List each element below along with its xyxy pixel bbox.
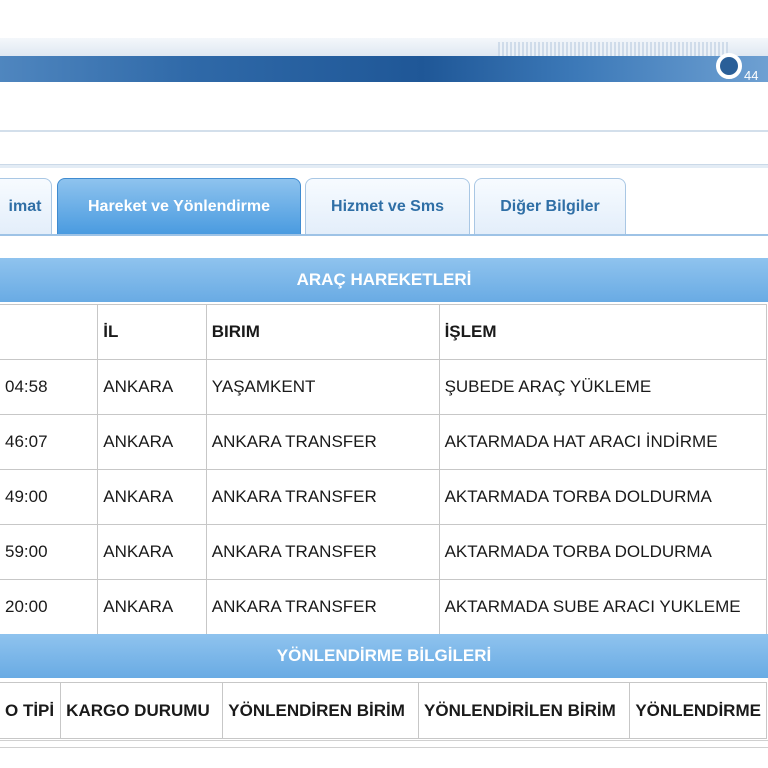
tab-label: imat bbox=[8, 197, 42, 215]
headset-icon bbox=[716, 53, 742, 79]
column-header-birim: BIRIM bbox=[205, 304, 440, 360]
tab-hizmet-ve-sms[interactable]: Hizmet ve Sms bbox=[305, 178, 470, 234]
cell-il: ANKARA bbox=[97, 469, 207, 525]
table-header-row: İL BIRIM İŞLEM bbox=[0, 304, 768, 360]
movements-table: İL BIRIM İŞLEM 04:58 ANKARA YAŞAMKENT ŞU… bbox=[0, 304, 768, 635]
cell-time: 20:00 bbox=[0, 579, 99, 635]
tab-previous[interactable]: imat bbox=[0, 178, 52, 234]
movements-title: ARAÇ HAREKETLERİ bbox=[296, 270, 472, 289]
tab-label: Hareket ve Yönlendirme bbox=[87, 197, 270, 215]
cell-birim: ANKARA TRANSFER bbox=[205, 414, 440, 470]
column-header-time bbox=[0, 304, 99, 360]
banner-bar bbox=[0, 56, 768, 82]
column-header-kargo-durumu: KARGO DURUMU bbox=[60, 682, 224, 739]
cell-islem: AKTARMADA HAT ARACI İNDİRME bbox=[438, 414, 768, 470]
cell-birim: ANKARA TRANSFER bbox=[205, 579, 440, 635]
tab-diger-bilgiler[interactable]: Diğer Bilgiler bbox=[474, 178, 626, 234]
column-header-yonlendiren-birim: YÖNLENDİREN BİRİM bbox=[222, 682, 420, 739]
routing-section-header: YÖNLENDİRME BİLGİLERİ bbox=[0, 634, 768, 678]
cell-time: 49:00 bbox=[0, 469, 99, 525]
column-header-yonlendirilen-birim: YÖNLENDİRİLEN BİRİM bbox=[418, 682, 631, 739]
cell-islem: AKTARMADA SUBE ARACI YUKLEME bbox=[438, 579, 768, 635]
table-row: 04:58 ANKARA YAŞAMKENT ŞUBEDE ARAÇ YÜKLE… bbox=[0, 359, 768, 415]
column-header-kargo-tipi: O TİPİ bbox=[0, 682, 62, 739]
movements-section-header: ARAÇ HAREKETLERİ bbox=[0, 258, 768, 302]
cell-islem: AKTARMADA TORBA DOLDURMA bbox=[438, 524, 768, 580]
cell-il: ANKARA bbox=[97, 524, 207, 580]
tab-strip: imat Hareket ve Yönlendirme Hizmet ve Sm… bbox=[0, 178, 768, 236]
banner-decoration bbox=[498, 42, 728, 56]
tab-label: Hizmet ve Sms bbox=[331, 197, 444, 215]
cell-birim: ANKARA TRANSFER bbox=[205, 524, 440, 580]
cell-il: ANKARA bbox=[97, 359, 207, 415]
cell-time: 04:58 bbox=[0, 359, 99, 415]
table-row: 20:00 ANKARA ANKARA TRANSFER AKTARMADA S… bbox=[0, 579, 768, 635]
table-row: 59:00 ANKARA ANKARA TRANSFER AKTARMADA T… bbox=[0, 524, 768, 580]
tab-strip-base bbox=[0, 234, 768, 236]
cell-time: 46:07 bbox=[0, 414, 99, 470]
column-header-yonlendirme: YÖNLENDİRME bbox=[629, 682, 767, 739]
table-row: 49:00 ANKARA ANKARA TRANSFER AKTARMADA T… bbox=[0, 469, 768, 525]
table-row: 46:07 ANKARA ANKARA TRANSFER AKTARMADA H… bbox=[0, 414, 768, 470]
routing-table: O TİPİ KARGO DURUMU YÖNLENDİREN BİRİM YÖ… bbox=[0, 682, 767, 739]
column-header-islem: İŞLEM bbox=[438, 304, 768, 360]
call-center-number: 44 bbox=[744, 67, 759, 83]
cell-islem: ŞUBEDE ARAÇ YÜKLEME bbox=[438, 359, 768, 415]
tab-hareket-ve-yonlendirme[interactable]: Hareket ve Yönlendirme bbox=[57, 178, 301, 234]
routing-title: YÖNLENDİRME BİLGİLERİ bbox=[276, 646, 492, 665]
tab-label: Diğer Bilgiler bbox=[500, 197, 600, 215]
banner-divider bbox=[0, 130, 768, 132]
call-center-badge: 44 bbox=[716, 42, 768, 90]
cell-islem: AKTARMADA TORBA DOLDURMA bbox=[438, 469, 768, 525]
table-header-row: O TİPİ KARGO DURUMU YÖNLENDİREN BİRİM YÖ… bbox=[0, 682, 767, 739]
tab-strip-top-rule bbox=[0, 164, 768, 168]
cell-birim: ANKARA TRANSFER bbox=[205, 469, 440, 525]
cell-il: ANKARA bbox=[97, 414, 207, 470]
column-header-il: İL bbox=[97, 304, 207, 360]
cell-il: ANKARA bbox=[97, 579, 207, 635]
header-banner: 44 bbox=[0, 38, 768, 132]
table-bottom-rule bbox=[0, 740, 768, 748]
cell-birim: YAŞAMKENT bbox=[205, 359, 440, 415]
cell-time: 59:00 bbox=[0, 524, 99, 580]
